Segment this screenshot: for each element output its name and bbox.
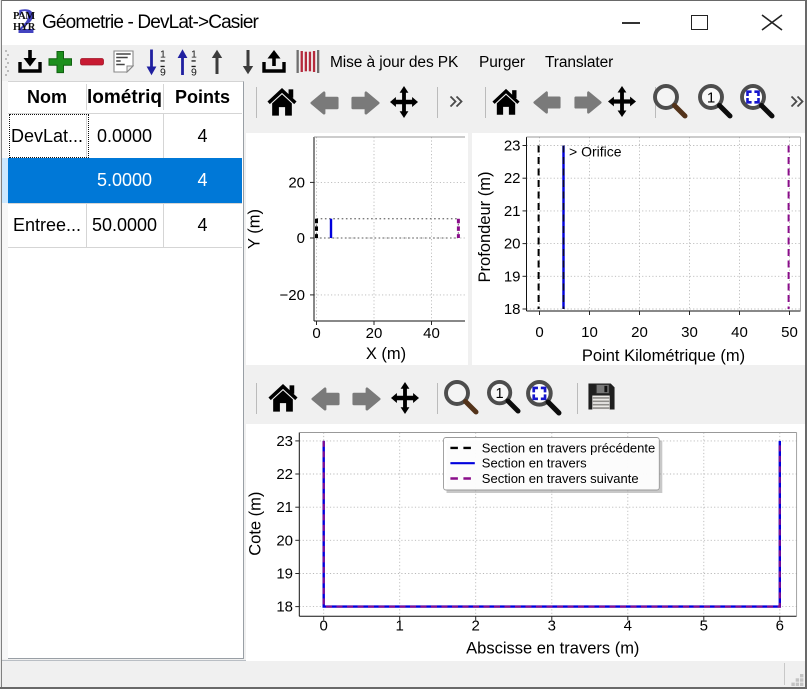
svg-text:9: 9 [160, 67, 166, 77]
svg-text:18: 18 [504, 301, 521, 318]
svg-text:50: 50 [781, 324, 798, 341]
svg-text:21: 21 [504, 203, 521, 220]
svg-text:1: 1 [160, 49, 166, 61]
svg-text:40: 40 [731, 324, 748, 341]
svg-text:0: 0 [535, 324, 543, 341]
svg-text:Y (m): Y (m) [246, 209, 264, 249]
svg-text:20: 20 [276, 532, 293, 549]
svg-text:22: 22 [504, 170, 521, 187]
svg-text:30: 30 [681, 324, 698, 341]
svg-text:Point Kilométrique (m): Point Kilométrique (m) [582, 347, 745, 365]
svg-text:10: 10 [581, 324, 598, 341]
svg-text:1: 1 [191, 49, 197, 61]
svg-text:1: 1 [396, 618, 404, 635]
svg-text:Section en travers suivante: Section en travers suivante [482, 471, 639, 486]
svg-text:5: 5 [700, 618, 708, 635]
svg-text:22: 22 [276, 466, 293, 483]
svg-text:Abscisse en travers (m): Abscisse en travers (m) [466, 640, 639, 658]
svg-text:0: 0 [297, 230, 305, 247]
svg-text:0: 0 [320, 618, 328, 635]
svg-text:4: 4 [624, 618, 632, 635]
svg-text:Section en travers précédente: Section en travers précédente [482, 440, 655, 455]
svg-text:9: 9 [191, 67, 197, 77]
svg-text:19: 19 [276, 566, 293, 583]
svg-text:18: 18 [276, 599, 293, 616]
svg-text:40: 40 [423, 325, 440, 342]
svg-text:> Orifice: > Orifice [569, 144, 622, 160]
svg-text:23: 23 [276, 433, 293, 450]
svg-text:Profondeur (m): Profondeur (m) [476, 172, 494, 283]
svg-text:20: 20 [504, 236, 521, 253]
svg-text:6: 6 [776, 618, 784, 635]
svg-text:20: 20 [631, 324, 648, 341]
svg-text:19: 19 [504, 268, 521, 285]
svg-text:21: 21 [276, 499, 293, 516]
svg-text:Cote (m): Cote (m) [247, 492, 265, 556]
svg-text:2: 2 [472, 618, 480, 635]
svg-text:X (m): X (m) [366, 345, 406, 363]
svg-text:Section en travers: Section en travers [482, 456, 587, 471]
svg-text:20: 20 [288, 175, 305, 192]
svg-text:20: 20 [366, 325, 383, 342]
svg-text:−20: −20 [280, 287, 305, 304]
svg-text:23: 23 [504, 138, 521, 155]
svg-text:0: 0 [312, 325, 320, 342]
svg-text:3: 3 [548, 618, 556, 635]
